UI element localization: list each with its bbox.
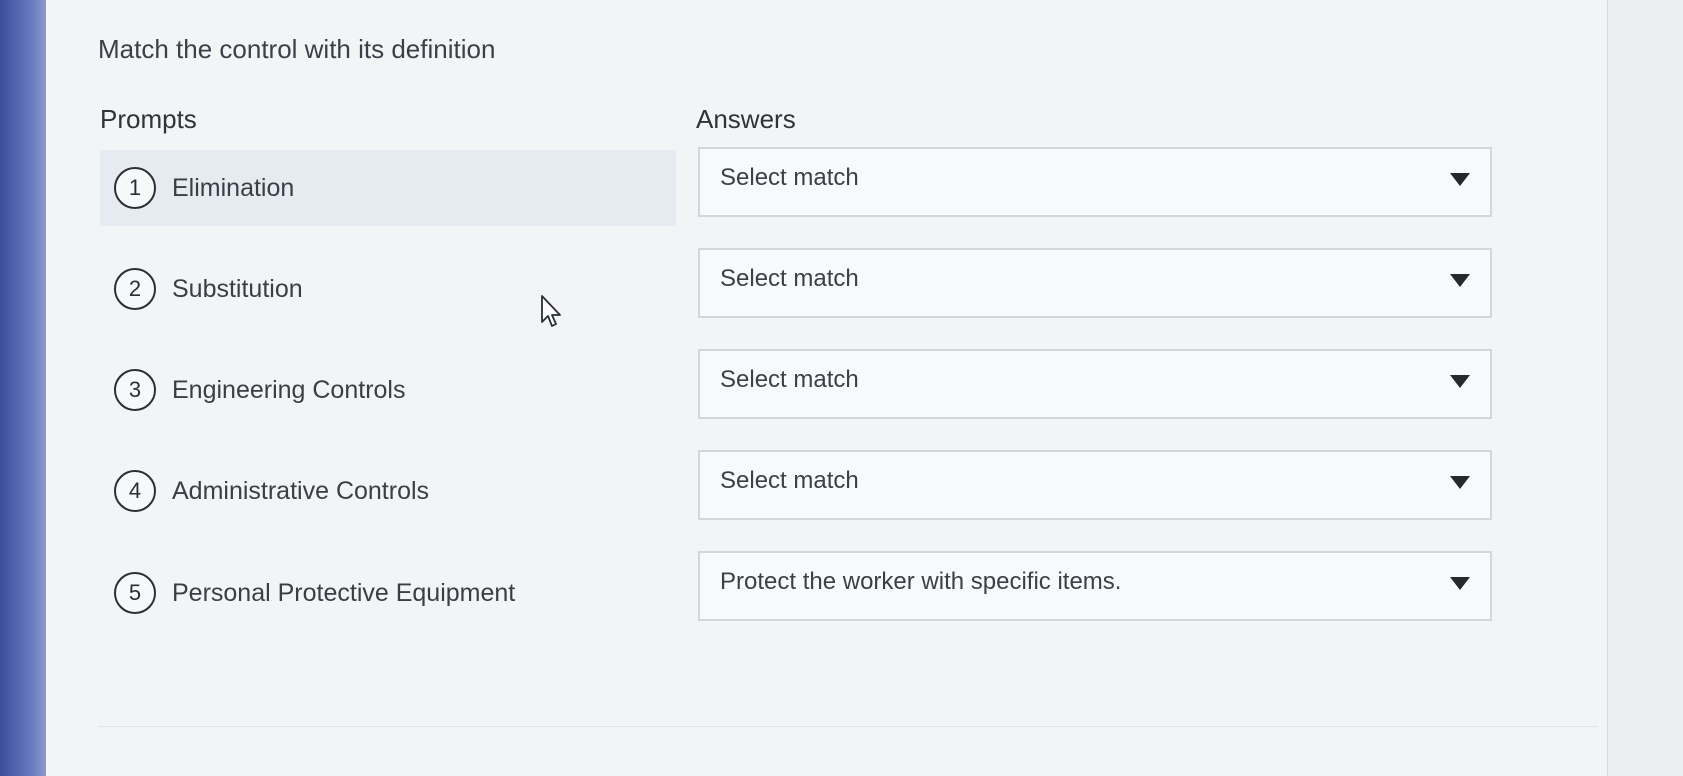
chevron-down-icon <box>1450 375 1470 388</box>
chevron-down-icon <box>1450 577 1470 590</box>
prompts-column-header: Prompts <box>100 104 197 134</box>
prompt-number-badge: 4 <box>114 470 156 512</box>
answer-select-2[interactable]: Select match <box>698 248 1492 318</box>
prompt-row-4: 4 Administrative Controls <box>100 453 676 529</box>
chevron-down-icon <box>1450 173 1470 186</box>
prompt-row-1: 1 Elimination <box>100 150 676 226</box>
answer-select-3[interactable]: Select match <box>698 349 1492 419</box>
answer-select-5[interactable]: Protect the worker with specific items. <box>698 551 1492 621</box>
prompt-number-badge: 2 <box>114 268 156 310</box>
section-divider <box>98 726 1598 727</box>
prompt-label: Engineering Controls <box>172 375 406 404</box>
question-panel: Match the control with its definition Pr… <box>46 0 1608 776</box>
chevron-down-icon <box>1450 476 1470 489</box>
answer-select-4[interactable]: Select match <box>698 450 1492 520</box>
answer-select-1[interactable]: Select match <box>698 147 1492 217</box>
right-margin-area <box>1608 0 1683 776</box>
answer-select-value: Select match <box>720 164 859 191</box>
prompt-label: Elimination <box>172 173 295 202</box>
answer-select-value: Protect the worker with specific items. <box>720 568 1122 595</box>
chevron-down-icon <box>1450 274 1470 287</box>
prompt-label: Administrative Controls <box>172 476 430 505</box>
prompt-row-5: 5 Personal Protective Equipment <box>100 555 676 631</box>
prompt-number-badge: 1 <box>114 167 156 209</box>
answer-select-value: Select match <box>720 366 859 393</box>
mouse-pointer-icon <box>541 295 561 327</box>
left-sidebar-strip <box>0 0 46 776</box>
prompt-label: Substitution <box>172 274 303 303</box>
prompt-number-badge: 3 <box>114 369 156 411</box>
prompt-number-badge: 5 <box>114 572 156 614</box>
prompt-label: Personal Protective Equipment <box>172 578 516 607</box>
question-instruction: Match the control with its definition <box>98 34 496 64</box>
prompt-row-3: 3 Engineering Controls <box>100 352 676 428</box>
answers-column-header: Answers <box>696 104 796 134</box>
answer-select-value: Select match <box>720 265 859 292</box>
answer-select-value: Select match <box>720 467 859 494</box>
prompt-row-2: 2 Substitution <box>100 251 676 327</box>
